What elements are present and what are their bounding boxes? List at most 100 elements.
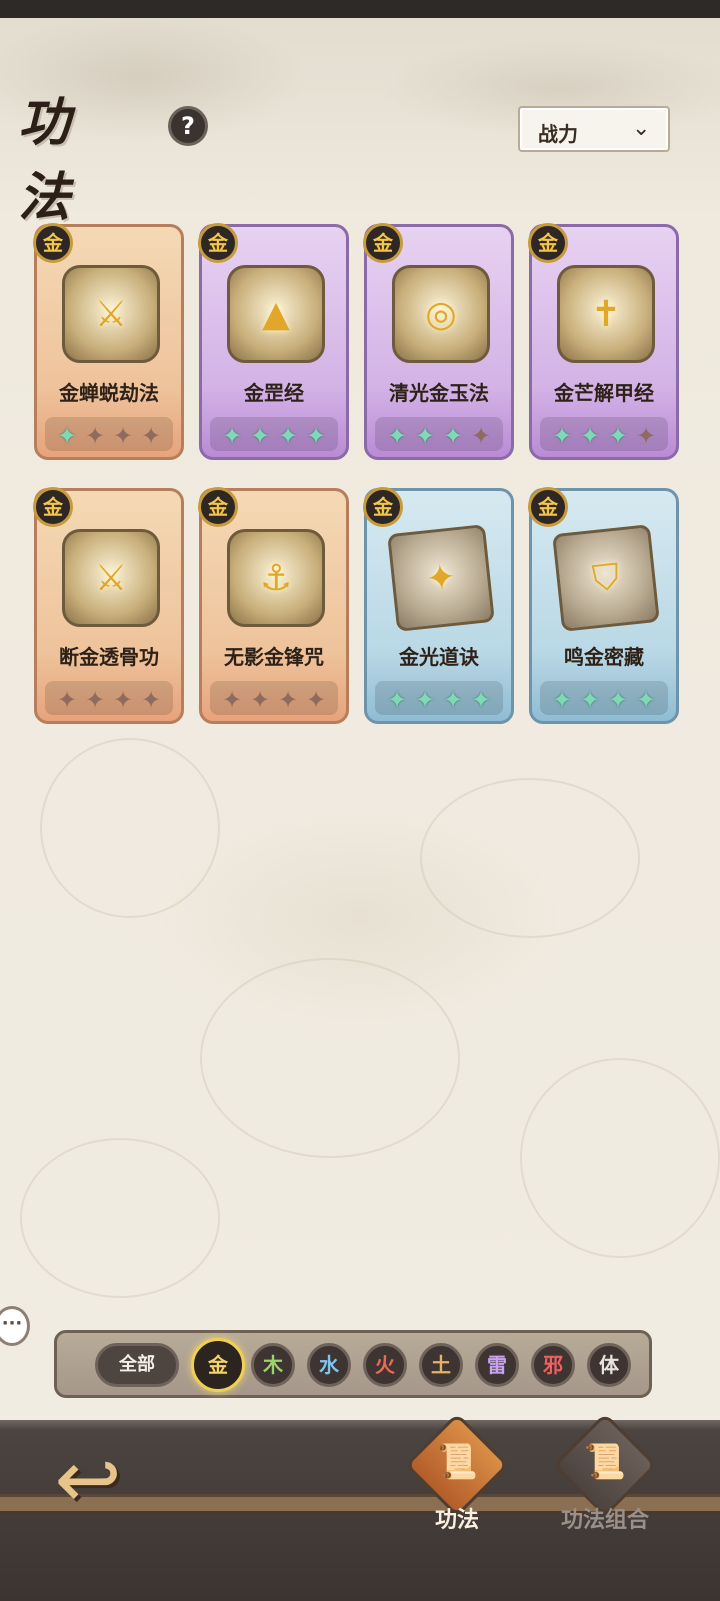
star-empty-icon: ✦ <box>249 686 271 714</box>
star-rating: ✦ ✦ ✦ ✦ <box>532 423 676 451</box>
star-empty-icon: ✦ <box>84 422 106 450</box>
star-rating: ✦ ✦ ✦ ✦ <box>37 687 181 715</box>
star-filled-icon: ✦ <box>277 422 299 450</box>
star-empty-icon: ✦ <box>112 422 134 450</box>
technique-card[interactable]: 金 ⚔ 金蝉蜕劫法 ✦ ✦ ✦ ✦ <box>33 223 184 460</box>
star-empty-icon: ✦ <box>140 422 162 450</box>
star-empty-icon: ✦ <box>470 422 492 450</box>
element-badge-gold: 金 <box>528 487 568 527</box>
technique-name: 金芒解甲经 <box>554 381 654 405</box>
technique-name: 清光金玉法 <box>389 381 489 405</box>
star-filled-icon: ✦ <box>579 686 601 714</box>
technique-name: 金罡经 <box>244 381 304 405</box>
sword-down-emblem-icon: ✝ <box>557 265 655 363</box>
star-filled-icon: ✦ <box>414 422 436 450</box>
sword-emblem-icon: ⚔ <box>62 265 160 363</box>
star-filled-icon: ✦ <box>442 422 464 450</box>
starburst-book-icon: ✦ <box>387 524 495 632</box>
filter-element-button[interactable]: 体 <box>587 1343 631 1387</box>
star-empty-icon: ✦ <box>635 422 657 450</box>
star-empty-icon: ✦ <box>277 686 299 714</box>
star-empty-icon: ✦ <box>305 686 327 714</box>
star-rating: ✦ ✦ ✦ ✦ <box>202 423 346 451</box>
element-badge-gold: 金 <box>33 223 73 263</box>
technique-name: 断金透骨功 <box>59 645 159 669</box>
star-filled-icon: ✦ <box>551 422 573 450</box>
star-filled-icon: ✦ <box>470 686 492 714</box>
star-empty-icon: ✦ <box>140 686 162 714</box>
star-rating: ✦ ✦ ✦ ✦ <box>367 687 511 715</box>
emblem-glyph: ▲ <box>262 294 290 335</box>
technique-name: 金光道诀 <box>399 645 479 669</box>
emblem-glyph: ◎ <box>425 294 457 335</box>
star-filled-icon: ✦ <box>442 686 464 714</box>
filter-element-button[interactable]: 雷 <box>475 1343 519 1387</box>
technique-card[interactable]: 金 ◎ 清光金玉法 ✦ ✦ ✦ ✦ <box>363 223 514 460</box>
sort-label: 战力 <box>538 122 578 146</box>
emblem-glyph: ✝ <box>590 294 622 335</box>
scroll-combo-icon: 📜 <box>583 1442 627 1482</box>
filter-element-button[interactable]: 土 <box>419 1343 463 1387</box>
orb-emblem-icon: ◎ <box>392 265 490 363</box>
element-filter-bar: 全部金木水火土雷邪体 <box>54 1330 652 1398</box>
star-filled-icon: ✦ <box>386 686 408 714</box>
shield-book-icon: ⛉ <box>552 524 660 632</box>
technique-name: 金蝉蜕劫法 <box>59 381 159 405</box>
star-empty-icon: ✦ <box>84 686 106 714</box>
nav-tab-technique-combos[interactable]: 📜 功法组合 <box>550 1412 660 1533</box>
nav-tab-techniques[interactable]: 📜 功法 <box>402 1412 512 1533</box>
filter-element-button[interactable]: 金 <box>191 1338 245 1392</box>
star-rating: ✦ ✦ ✦ ✦ <box>202 687 346 715</box>
element-badge-gold: 金 <box>528 223 568 263</box>
scroll-book-icon: 📜 <box>435 1442 479 1482</box>
star-empty-icon: ✦ <box>112 686 134 714</box>
star-filled-icon: ✦ <box>414 686 436 714</box>
star-filled-icon: ✦ <box>607 686 629 714</box>
technique-name: 无影金锋咒 <box>224 645 324 669</box>
emblem-glyph: ✦ <box>423 556 459 601</box>
status-bar <box>0 0 720 18</box>
star-filled-icon: ✦ <box>551 686 573 714</box>
star-filled-icon: ✦ <box>221 422 243 450</box>
filter-element-button[interactable]: 火 <box>363 1343 407 1387</box>
filter-element-button[interactable]: 水 <box>307 1343 351 1387</box>
technique-card[interactable]: 金 ⚔ 断金透骨功 ✦ ✦ ✦ ✦ <box>33 487 184 724</box>
star-filled-icon: ✦ <box>635 686 657 714</box>
technique-card[interactable]: 金 ▲ 金罡经 ✦ ✦ ✦ ✦ <box>198 223 349 460</box>
technique-card[interactable]: 金 ⛉ 鸣金密藏 ✦ ✦ ✦ ✦ <box>528 487 679 724</box>
star-filled-icon: ✦ <box>249 422 271 450</box>
page-title: 功法 <box>18 92 73 228</box>
nav-tab-label: 功法组合 <box>560 1508 649 1533</box>
emblem-glyph: ⚔ <box>94 558 128 599</box>
element-badge-gold: 金 <box>363 487 403 527</box>
star-empty-icon: ✦ <box>56 686 78 714</box>
element-badge-gold: 金 <box>198 223 238 263</box>
technique-card[interactable]: 金 ⚓ 无影金锋咒 ✦ ✦ ✦ ✦ <box>198 487 349 724</box>
chevron-down-icon: ⌄ <box>632 116 651 141</box>
sort-dropdown[interactable]: 战力 ⌄ <box>518 106 670 152</box>
star-filled-icon: ✦ <box>386 422 408 450</box>
element-badge-gold: 金 <box>363 223 403 263</box>
anchor-emblem-icon: ⚓ <box>227 529 325 627</box>
emblem-glyph: ⛉ <box>590 556 622 601</box>
filter-all-button[interactable]: 全部 <box>95 1343 179 1387</box>
element-badge-gold: 金 <box>33 487 73 527</box>
technique-name: 鸣金密藏 <box>564 645 644 669</box>
emblem-glyph: ⚓ <box>259 558 293 599</box>
technique-card[interactable]: 金 ✝ 金芒解甲经 ✦ ✦ ✦ ✦ <box>528 223 679 460</box>
nav-tab-label: 功法 <box>434 1508 479 1533</box>
star-rating: ✦ ✦ ✦ ✦ <box>37 423 181 451</box>
filter-element-button[interactable]: 邪 <box>531 1343 575 1387</box>
star-filled-icon: ✦ <box>56 422 78 450</box>
filter-element-button[interactable]: 木 <box>251 1343 295 1387</box>
back-arrow-icon[interactable]: ↩ <box>40 1432 136 1528</box>
star-filled-icon: ✦ <box>579 422 601 450</box>
technique-card[interactable]: 金 ✦ 金光道诀 ✦ ✦ ✦ ✦ <box>363 487 514 724</box>
star-rating: ✦ ✦ ✦ ✦ <box>532 687 676 715</box>
help-icon[interactable]: ? <box>168 106 208 146</box>
star-rating: ✦ ✦ ✦ ✦ <box>367 423 511 451</box>
sword-emblem-icon: ⚔ <box>62 529 160 627</box>
element-badge-gold: 金 <box>198 487 238 527</box>
star-filled-icon: ✦ <box>607 422 629 450</box>
stairs-emblem-icon: ▲ <box>227 265 325 363</box>
